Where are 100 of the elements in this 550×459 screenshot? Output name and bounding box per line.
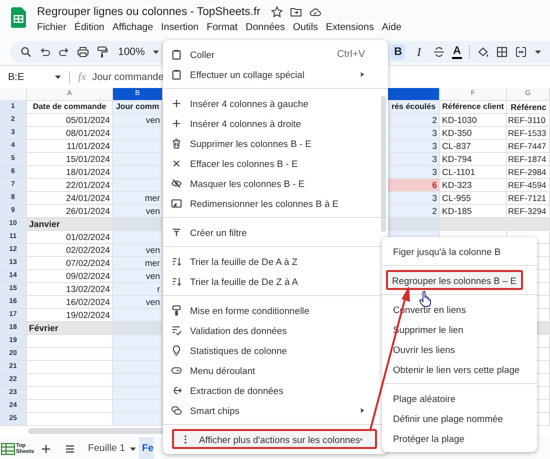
menu-item[interactable]: Créer un filtre — [163, 222, 379, 242]
undo-icon[interactable] — [39, 46, 51, 58]
hidden-eye-icon — [171, 178, 182, 188]
table-cell: REF-3110 — [507, 114, 550, 127]
menu-item[interactable]: Menu déroulant — [163, 360, 379, 380]
menu-item[interactable]: Redimensionner les colonnes B à E — [163, 193, 379, 213]
menu-item[interactable]: Insérer 4 colonnes à droite — [163, 113, 379, 133]
menu-bar-item[interactable]: Extensions — [326, 22, 374, 33]
scrollbar[interactable] — [381, 96, 386, 232]
hand-cursor-icon — [419, 291, 431, 307]
menu-bar-item[interactable]: Affichage — [112, 22, 154, 33]
name-box[interactable]: B:E — [8, 72, 62, 82]
formula-field[interactable]: Jour commande — [92, 72, 164, 82]
menu-item[interactable]: Regrouper les colonnes B – E — [386, 270, 523, 290]
text-color-button[interactable]: A — [452, 46, 462, 58]
redo-icon[interactable] — [58, 46, 70, 58]
menu-item[interactable]: Effacer les colonnes B - E — [163, 153, 379, 173]
add-sheet-icon[interactable] — [40, 442, 52, 454]
sheets-logo-icon[interactable] — [11, 7, 26, 28]
menu-item[interactable]: Mise en forme conditionnelle — [163, 300, 379, 320]
checklist-icon — [171, 324, 182, 336]
sheet-tab[interactable]: Fe — [139, 437, 154, 459]
column-header[interactable] — [388, 88, 440, 101]
search-icon[interactable] — [20, 46, 32, 58]
menu-item[interactable]: Trier la feuille de De A à Z — [163, 251, 379, 271]
table-cell — [113, 400, 163, 413]
format-button[interactable]: B — [391, 44, 406, 60]
table-cell: mer — [113, 257, 163, 270]
dropdown-icon — [171, 364, 182, 376]
shortcut-text: Ctrl+V — [336, 48, 365, 60]
table-cell: REF-7447 — [507, 140, 550, 153]
table-cell: KD-350 — [440, 127, 507, 140]
menu-item[interactable]: Plage aléatoire — [382, 388, 537, 408]
sheet-tab[interactable]: Feuille 1 — [82, 437, 140, 459]
menu-item[interactable]: Validation des données — [163, 320, 379, 340]
table-cell: 3 — [388, 153, 440, 166]
table-cell — [113, 361, 163, 374]
paint-format-icon[interactable] — [96, 46, 108, 58]
table-logo-icon — [1, 442, 15, 454]
menu-item[interactable]: Trier la feuille de De Z à A — [163, 271, 379, 291]
menu-bar-item[interactable]: Outils — [292, 22, 318, 33]
menu-bar-item[interactable]: Aide — [382, 22, 402, 33]
menu-item[interactable]: Insérer 4 colonnes à gauche — [163, 93, 379, 113]
submenu-arrow-icon — [360, 436, 363, 442]
clipboard-icon — [171, 68, 182, 80]
menu-bar-item[interactable]: Fichier — [37, 22, 66, 33]
table-cell: Jour comm — [113, 101, 163, 114]
table-cell: 6 — [388, 179, 440, 192]
menu-item[interactable]: Afficher plus d'actions sur les colonnes — [172, 429, 377, 449]
format-button[interactable]: I — [412, 44, 426, 60]
fill-color-icon[interactable] — [477, 46, 489, 58]
menu-item[interactable]: Supprimer les colonnes B - E — [163, 133, 379, 153]
clipboard-icon — [171, 48, 182, 60]
caret-icon[interactable] — [534, 48, 542, 56]
menu-item[interactable]: Statistiques de colonne — [163, 340, 379, 360]
menu-item[interactable]: Obtenir le lien vers cette plage — [382, 359, 537, 379]
print-icon[interactable] — [77, 46, 89, 58]
plus-icon — [171, 118, 182, 128]
menu-item[interactable]: Figer jusqu'à la colonne B — [382, 241, 537, 261]
strikethrough-icon[interactable] — [433, 46, 446, 58]
menu-item[interactable]: Effectuer un collage spécial — [163, 64, 379, 84]
menu-item[interactable]: Masquer les colonnes B - E — [163, 173, 379, 193]
menu-bar-item[interactable]: Insertion — [161, 22, 199, 33]
menu-item[interactable]: Coller Ctrl+V — [163, 44, 379, 64]
submenu-arrow-icon — [360, 70, 365, 78]
menu-item[interactable]: Extraction de données — [163, 380, 379, 400]
table-cell — [113, 140, 163, 153]
star-icon[interactable] — [271, 6, 284, 18]
table-cell: 3 — [388, 140, 440, 153]
merge-cells-icon[interactable] — [515, 46, 527, 58]
menu-bar-item[interactable]: Données — [246, 22, 285, 33]
table-cell: rés écoulés — [388, 101, 440, 114]
table-cell: ven — [113, 270, 163, 283]
table-cell: mer — [113, 192, 163, 205]
caret-icon — [152, 48, 160, 56]
menu-item[interactable]: Définir une plage nommée — [382, 408, 537, 428]
folder-icon[interactable] — [290, 6, 302, 18]
zoom-dropdown[interactable]: 100% — [118, 46, 160, 58]
sort-icon — [171, 256, 182, 266]
menu-bar-item[interactable]: Format — [206, 22, 238, 33]
menu-item[interactable]: Protéger la plage — [382, 428, 537, 448]
extract-arrow-icon — [171, 384, 182, 396]
submenu-arrow-icon — [360, 406, 365, 414]
document-title[interactable]: Regrouper lignes ou colonnes - TopSheets.fr — [37, 6, 260, 18]
cloud-icon[interactable] — [309, 6, 322, 18]
table-cell: 2 — [388, 205, 440, 218]
table-cell: r — [113, 283, 163, 296]
borders-icon[interactable] — [496, 46, 508, 58]
table-cell — [113, 335, 163, 348]
trash-icon — [171, 138, 182, 148]
table-cell: ven — [113, 244, 163, 257]
menu-icon[interactable] — [64, 442, 76, 454]
table-cell — [113, 374, 163, 387]
menu-item[interactable]: Ouvrir les liens — [382, 339, 537, 359]
table-cell: KD-323 — [440, 179, 507, 192]
close-icon — [171, 158, 182, 168]
menu-item[interactable]: Smart chips — [163, 400, 379, 420]
table-cell — [113, 179, 163, 192]
table-cell: REF-2984 — [507, 166, 550, 179]
menu-bar-item[interactable]: Édition — [74, 22, 104, 33]
